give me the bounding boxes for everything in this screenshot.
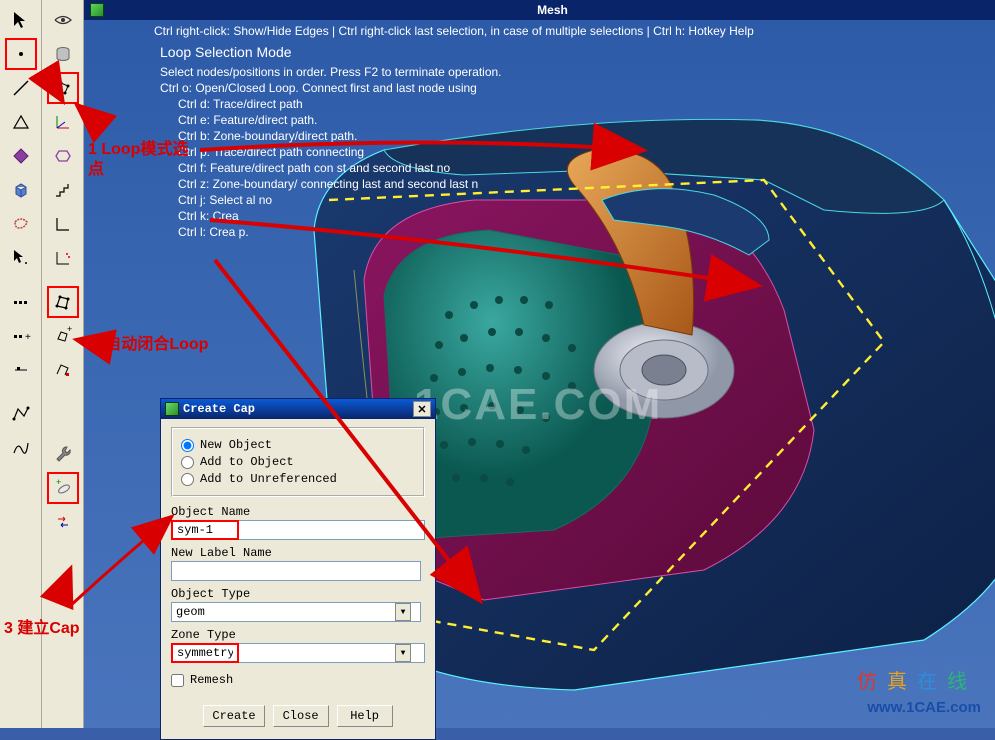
- tool-nodes-row[interactable]: [5, 286, 37, 318]
- tool-diamond[interactable]: [5, 140, 37, 172]
- tool-axes[interactable]: [47, 106, 79, 138]
- input-object-name[interactable]: [171, 520, 239, 540]
- radio-new-object[interactable]: [181, 439, 194, 452]
- svg-text:+: +: [56, 478, 61, 487]
- radio-add-object[interactable]: [181, 456, 194, 469]
- tool-poly-spline[interactable]: [5, 432, 37, 464]
- hint-title: Loop Selection Mode: [160, 44, 502, 60]
- annotation-3: 3 建立Cap: [4, 614, 80, 638]
- svg-text:+: +: [25, 332, 31, 343]
- label-object-type: Object Type: [171, 587, 425, 601]
- brand-chinese: 仿真在线: [857, 665, 977, 694]
- label-new-label: New Label Name: [171, 546, 425, 560]
- tool-loop-plus[interactable]: +: [47, 320, 79, 352]
- annotation-2: 2 自动闭合Loop: [92, 330, 208, 354]
- tool-create-cap[interactable]: +: [47, 472, 79, 504]
- input-new-label[interactable]: [171, 561, 421, 581]
- tool-wrench[interactable]: [47, 438, 79, 470]
- dialog-icon: [165, 402, 179, 416]
- tool-cube[interactable]: [5, 174, 37, 206]
- tool-point[interactable]: [5, 38, 37, 70]
- svg-text:+: +: [67, 326, 72, 334]
- tool-pointer[interactable]: [5, 4, 37, 36]
- dialog-titlebar[interactable]: Create Cap ✕: [161, 399, 435, 419]
- tool-line[interactable]: [5, 72, 37, 104]
- tool-swap[interactable]: [47, 506, 79, 538]
- annotation-1: 1 Loop模式选点: [88, 140, 198, 180]
- tool-stairs[interactable]: [47, 174, 79, 206]
- create-button[interactable]: Create: [203, 705, 264, 727]
- dialog-title: Create Cap: [183, 402, 255, 416]
- label-zone-type: Zone Type: [171, 628, 425, 642]
- hint-panel: Loop Selection Mode Select nodes/positio…: [160, 44, 502, 240]
- app-icon: [90, 3, 104, 17]
- close-button[interactable]: Close: [273, 705, 329, 727]
- radio-add-unref[interactable]: [181, 473, 194, 486]
- window-title: Mesh: [110, 3, 995, 17]
- radio-group-target: New Object Add to Object Add to Unrefere…: [171, 427, 425, 497]
- dropdown-arrow-icon[interactable]: ▼: [395, 603, 411, 621]
- dialog-close-button[interactable]: ✕: [413, 401, 431, 417]
- tool-hex[interactable]: [47, 140, 79, 172]
- tool-nodes-plus[interactable]: +: [5, 320, 37, 352]
- tool-lasso[interactable]: [5, 208, 37, 240]
- select-zone-type[interactable]: [171, 643, 239, 663]
- tool-poly-open[interactable]: [5, 398, 37, 430]
- tool-cylinder[interactable]: [47, 38, 79, 70]
- hint-keybindings: Ctrl right-click: Show/Hide Edges | Ctrl…: [154, 24, 987, 38]
- dropdown-arrow-icon[interactable]: ▼: [395, 644, 411, 662]
- dialog-create-cap: Create Cap ✕ New Object Add to Object Ad…: [160, 398, 436, 740]
- watermark: 1CAE.COM: [414, 380, 662, 430]
- tool-corner[interactable]: [47, 208, 79, 240]
- tool-loop-closed[interactable]: [47, 286, 79, 318]
- tool-corner-dots[interactable]: [47, 242, 79, 274]
- select-object-type[interactable]: [171, 602, 421, 622]
- brand-url: www.1CAE.com: [867, 699, 981, 716]
- window-titlebar: Mesh: [84, 0, 995, 20]
- tool-nodes-toggle[interactable]: [5, 354, 37, 386]
- tool-eye[interactable]: [47, 4, 79, 36]
- tool-cursor-dots[interactable]: [5, 242, 37, 274]
- help-button[interactable]: Help: [337, 705, 393, 727]
- tool-loop-points[interactable]: [47, 72, 79, 104]
- checkbox-remesh[interactable]: [171, 674, 184, 687]
- tool-loop-end[interactable]: [47, 354, 79, 386]
- label-object-name: Object Name: [171, 505, 425, 519]
- tool-triangle[interactable]: [5, 106, 37, 138]
